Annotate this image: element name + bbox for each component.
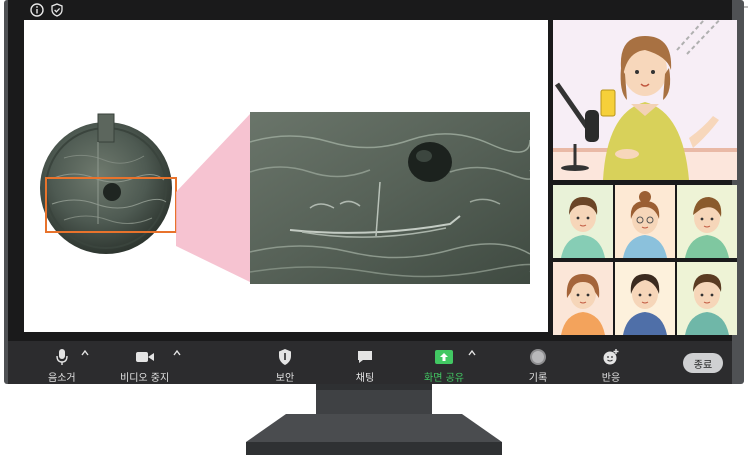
chat-bubble-icon <box>354 347 376 367</box>
participant-tile[interactable] <box>553 185 613 258</box>
mirror-detail-zoom-image <box>250 112 530 284</box>
record-icon <box>527 347 549 367</box>
mute-label: 음소거 <box>48 373 76 384</box>
share-screen-icon <box>433 347 455 367</box>
monitor-base <box>246 414 502 455</box>
microphone-icon <box>51 347 73 367</box>
monitor-neck-shadow <box>316 384 432 390</box>
host-presenter-image <box>553 20 737 180</box>
shield-icon <box>274 347 296 367</box>
participant-tile[interactable] <box>553 262 613 335</box>
zoom-wedge <box>176 114 250 282</box>
record-button[interactable]: 기록 <box>527 347 549 384</box>
end-meeting-button[interactable]: 종료 <box>683 353 723 373</box>
share-screen-button[interactable]: 화면 공유 <box>424 347 464 384</box>
bronze-mirror-image <box>40 113 177 254</box>
caret-up-icon[interactable] <box>80 348 90 358</box>
reactions-button[interactable]: 반응 <box>600 347 622 384</box>
video-camera-icon <box>134 347 156 367</box>
reaction-icon <box>600 347 622 367</box>
meeting-info-bar <box>30 3 64 19</box>
participant-tile[interactable] <box>615 262 675 335</box>
record-label: 기록 <box>528 373 548 384</box>
caret-up-icon[interactable] <box>172 348 182 358</box>
video-label: 비디오 중지 <box>120 373 170 384</box>
chat-button[interactable]: 채팅 <box>354 347 376 384</box>
info-icon[interactable] <box>30 3 44 17</box>
participant-tile[interactable] <box>677 262 737 335</box>
stop-video-button[interactable]: 비디오 중지 <box>120 347 169 384</box>
caret-up-icon[interactable] <box>467 348 477 358</box>
participant-tile[interactable] <box>677 185 737 258</box>
shared-screen-content <box>24 20 548 332</box>
reactions-label: 반응 <box>601 373 621 384</box>
share-label: 화면 공유 <box>424 373 464 384</box>
host-video-tile[interactable] <box>553 20 737 180</box>
shield-check-icon[interactable] <box>50 3 64 17</box>
security-button[interactable]: 보안 <box>274 347 296 384</box>
chat-label: 채팅 <box>355 373 375 384</box>
participant-tile[interactable] <box>615 185 675 258</box>
security-label: 보안 <box>275 373 295 384</box>
mute-button[interactable]: 음소거 <box>48 347 76 384</box>
participant-grid <box>553 185 737 335</box>
